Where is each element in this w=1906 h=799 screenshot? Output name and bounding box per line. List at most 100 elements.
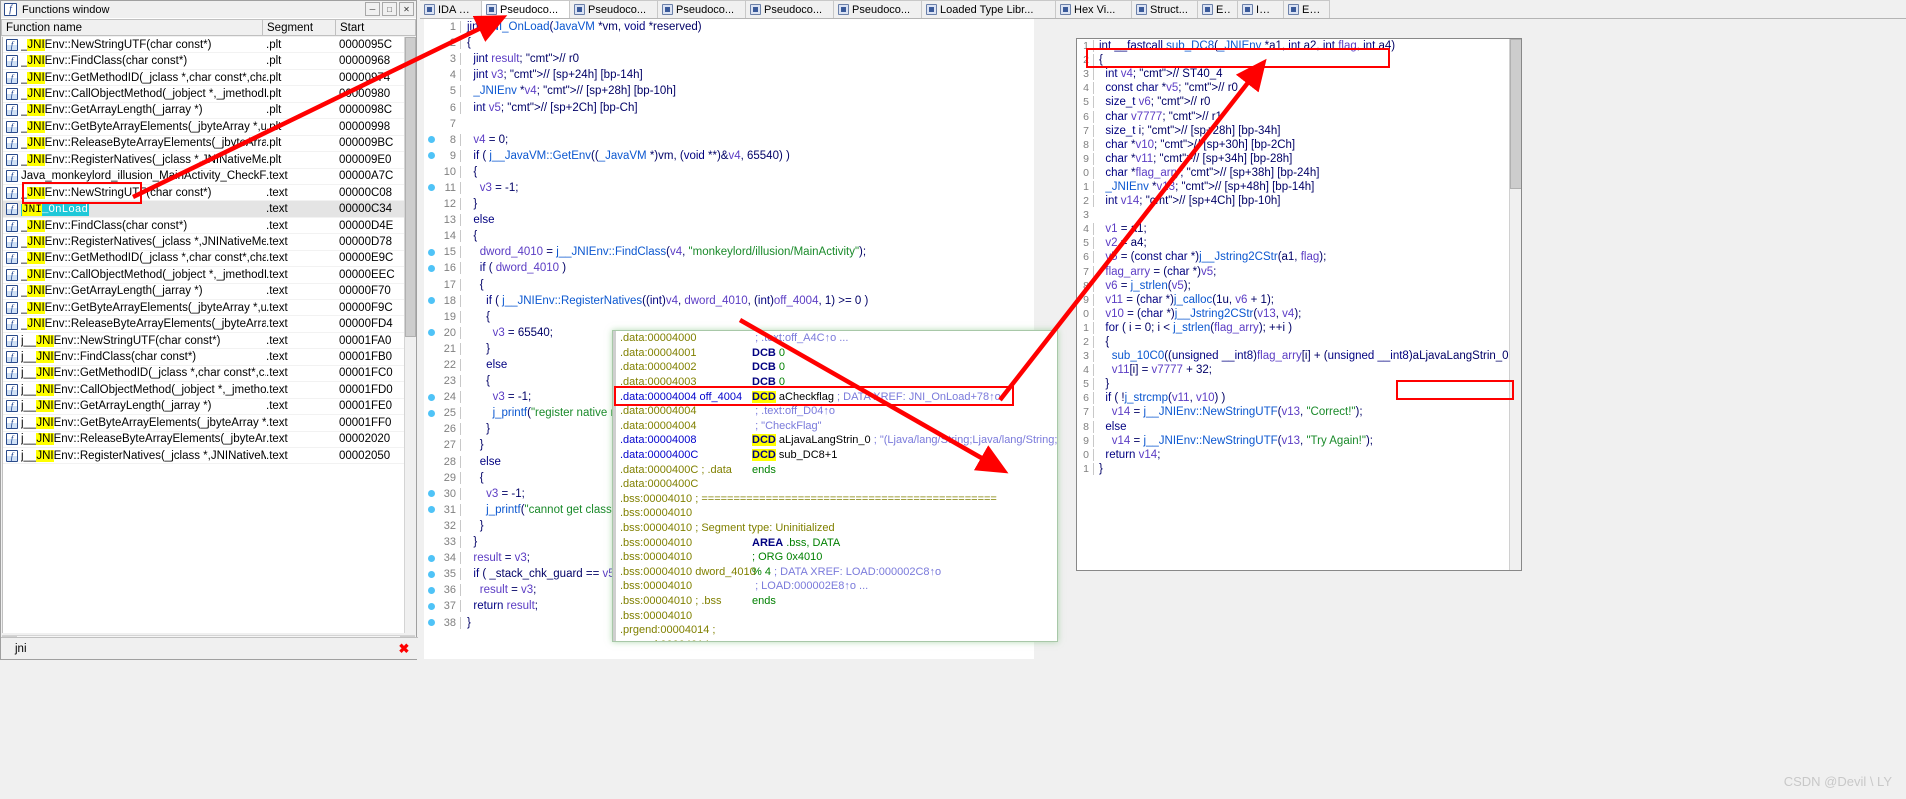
pseudocode-line-right[interactable]: 8 v6 = j_strlen(v5); bbox=[1077, 279, 1521, 293]
column-header-segment[interactable]: Segment bbox=[263, 19, 336, 36]
pseudocode-line-right[interactable]: 2{ bbox=[1077, 53, 1521, 67]
tab-6[interactable]: Loaded Type Libr... bbox=[922, 0, 1056, 18]
pseudocode-line-right[interactable]: 8 char *v10; "cmt">// [sp+30h] [bp-2Ch] bbox=[1077, 138, 1521, 152]
tab-9[interactable]: E... bbox=[1198, 0, 1238, 18]
breakpoint-dot-icon[interactable] bbox=[424, 248, 438, 256]
data-line[interactable]: .data:0000400C bbox=[617, 477, 1057, 492]
data-line[interactable]: .data:00004004 ; .text:off_D04↑o bbox=[617, 404, 1057, 419]
right-panel-scrollbar[interactable] bbox=[1509, 39, 1521, 570]
pseudocode-panel-sub-dc8[interactable]: 1 int __fastcall sub_DC8(_JNIEnv *a1, int… bbox=[1076, 38, 1522, 571]
data-line[interactable]: .bss:00004010 ; ========================… bbox=[617, 492, 1057, 507]
pseudocode-line-right[interactable]: 5 size_t v6; "cmt">// r0 bbox=[1077, 95, 1521, 109]
data-line[interactable]: .data:0000400C ; .data ends bbox=[617, 462, 1057, 477]
tab-3[interactable]: Pseudoco... bbox=[658, 0, 746, 18]
data-line[interactable]: .bss:00004010 AREA .bss, DATA bbox=[617, 535, 1057, 550]
clear-filter-icon[interactable]: ✖ bbox=[396, 641, 412, 657]
data-line[interactable]: .data:00004000 ; .text:off_A4C↑o ... bbox=[617, 331, 1057, 346]
pseudocode-line[interactable]: 12 } bbox=[424, 196, 1034, 212]
pseudocode-line[interactable]: 1 jint JNI_OnLoad(JavaVM *vm, void *reser… bbox=[424, 19, 1034, 35]
pseudocode-line-right[interactable]: 6 char v7777; "cmt">// r1 bbox=[1077, 109, 1521, 123]
pseudocode-line[interactable]: 3 jint result; "cmt">// r0 bbox=[424, 51, 1034, 67]
data-line[interactable]: .data:00004003 DCB 0 bbox=[617, 375, 1057, 390]
breakpoint-dot-icon[interactable] bbox=[424, 586, 438, 594]
data-line[interactable]: .prgend:00004014 ; bbox=[617, 623, 1057, 638]
scrollbar-thumb[interactable] bbox=[405, 37, 416, 337]
data-line[interactable]: .data:00004002 DCB 0 bbox=[617, 360, 1057, 375]
tab-8[interactable]: Struct... bbox=[1132, 0, 1198, 18]
data-line[interactable]: .bss:00004010 ; .bss ends bbox=[617, 594, 1057, 609]
tab-7[interactable]: Hex Vi... bbox=[1056, 0, 1132, 18]
breakpoint-dot-icon[interactable] bbox=[424, 554, 438, 562]
functions-list-vertical-scrollbar[interactable] bbox=[404, 37, 416, 633]
pseudocode-line[interactable]: 5 _JNIEnv *v4; "cmt">// [sp+28h] [bp-10h… bbox=[424, 83, 1034, 99]
breakpoint-dot-icon[interactable] bbox=[424, 184, 438, 192]
scrollbar-thumb-right[interactable] bbox=[1510, 39, 1521, 189]
pseudocode-line[interactable]: 13 else bbox=[424, 212, 1034, 228]
data-line[interactable]: .bss:00004010 ; ORG 0x4010 bbox=[617, 550, 1057, 565]
data-line[interactable]: .bss:00004010 ; LOAD:000002E8↑o ... bbox=[617, 579, 1057, 594]
pseudocode-line[interactable]: 16 if ( dword_4010 ) bbox=[424, 260, 1034, 276]
pseudocode-line[interactable]: 17 { bbox=[424, 277, 1034, 293]
pseudocode-line-right[interactable]: 5 } bbox=[1077, 377, 1521, 391]
table-row[interactable]: f _JNIEnv::GetByteArrayElements(_jbyteArr… bbox=[3, 119, 405, 136]
pseudocode-line[interactable]: 6 int v5; "cmt">// [sp+2Ch] [bp-Ch] bbox=[424, 99, 1034, 115]
function-filter-input[interactable]: jni bbox=[15, 643, 396, 655]
pseudocode-line-right[interactable]: 2 int v14; "cmt">// [sp+4Ch] [bp-10h] bbox=[1077, 194, 1521, 208]
tab-2[interactable]: Pseudoco... bbox=[570, 0, 658, 18]
data-line[interactable]: .data:0000400C DCD sub_DC8+1 bbox=[617, 448, 1057, 463]
tab-1[interactable]: Pseudoco... bbox=[482, 0, 570, 18]
table-row[interactable]: f _JNIEnv::FindClass(char const*) .plt 0000… bbox=[3, 53, 405, 70]
data-line[interactable]: .data:00004004 ; "CheckFlag" bbox=[617, 419, 1057, 434]
table-row[interactable]: f _JNIEnv::GetMethodID(_jclass *,char con… bbox=[3, 70, 405, 87]
data-line[interactable]: .data:00004008 DCD aLjavaLangStrin_0 ; "(… bbox=[617, 433, 1057, 448]
data-line[interactable]: .data:00004001 DCB 0 bbox=[617, 346, 1057, 361]
table-row[interactable]: f _JNIEnv::FindClass(char const*) .text 000… bbox=[3, 218, 405, 235]
pseudocode-line-right[interactable]: 7 flag_arry = (char *)v5; bbox=[1077, 265, 1521, 279]
table-row[interactable]: f _JNIEnv::RegisterNatives(_jclass *,JNIN… bbox=[3, 152, 405, 169]
table-row[interactable]: f _JNIEnv::GetByteArrayElements(_jbyteArr… bbox=[3, 300, 405, 317]
breakpoint-dot-icon[interactable] bbox=[424, 297, 438, 305]
table-row[interactable]: f j__JNIEnv::GetArrayLength(_jarray *) .te… bbox=[3, 399, 405, 416]
table-row[interactable]: f _JNIEnv::GetArrayLength(_jarray *) .plt 0… bbox=[3, 103, 405, 120]
breakpoint-dot-icon[interactable] bbox=[424, 136, 438, 144]
table-row[interactable]: f _JNIEnv::ReleaseByteArrayElements(_jbyt… bbox=[3, 136, 405, 153]
table-row[interactable]: f _JNIEnv::CallObjectMethod(_jobject *,_j… bbox=[3, 267, 405, 284]
table-row[interactable]: f j__JNIEnv::FindClass(char const*) .text 0… bbox=[3, 349, 405, 366]
breakpoint-dot-icon[interactable] bbox=[424, 152, 438, 160]
pseudocode-line-right[interactable]: 7 size_t i; "cmt">// [sp+28h] [bp-34h] bbox=[1077, 124, 1521, 138]
data-segment-panel[interactable]: .data:00004000 ; .text:off_A4C↑o ... .dat… bbox=[612, 330, 1058, 642]
pseudocode-line-right[interactable]: 3 int v4; "cmt">// ST40_4 bbox=[1077, 67, 1521, 81]
tab-11[interactable]: Ex... bbox=[1284, 0, 1330, 18]
pseudocode-line[interactable]: 15 dword_4010 = j__JNIEnv::FindClass(v4,… bbox=[424, 244, 1034, 260]
breakpoint-dot-icon[interactable] bbox=[424, 393, 438, 401]
table-row[interactable]: f j__JNIEnv::RegisterNatives(_jclass *,JN… bbox=[3, 448, 405, 465]
tab-10[interactable]: Im... bbox=[1238, 0, 1284, 18]
data-line[interactable]: .prgend:00004014 bbox=[617, 637, 1057, 641]
table-row[interactable]: f _JNIEnv::ReleaseByteArrayElements(_jbyt… bbox=[3, 316, 405, 333]
tab-4[interactable]: Pseudoco... bbox=[746, 0, 834, 18]
pseudocode-line[interactable]: 4 jint v3; "cmt">// [sp+24h] [bp-14h] bbox=[424, 67, 1034, 83]
column-header-start[interactable]: Start bbox=[336, 19, 416, 36]
pseudocode-line-right[interactable]: 1 _JNIEnv *v13; "cmt">// [sp+48h] [bp-14… bbox=[1077, 180, 1521, 194]
table-row[interactable]: f j__JNIEnv::GetByteArrayElements(_jbyteA… bbox=[3, 415, 405, 432]
breakpoint-dot-icon[interactable] bbox=[424, 329, 438, 337]
pseudocode-line[interactable]: 14 { bbox=[424, 228, 1034, 244]
close-icon[interactable]: ✕ bbox=[399, 2, 414, 16]
pseudocode-line-right[interactable]: 1 int __fastcall sub_DC8(_JNIEnv *a1, int… bbox=[1077, 39, 1521, 53]
pseudocode-line-right[interactable]: 0 char *flag_arry; "cmt">// [sp+38h] [bp… bbox=[1077, 166, 1521, 180]
table-row[interactable]: f JNI_OnLoad .text 00000C34 bbox=[3, 201, 405, 218]
breakpoint-dot-icon[interactable] bbox=[424, 602, 438, 610]
pseudocode-line-right[interactable]: 8 else bbox=[1077, 420, 1521, 434]
pseudocode-line-right[interactable]: 2 { bbox=[1077, 335, 1521, 349]
pseudocode-line-right[interactable]: 1} bbox=[1077, 462, 1521, 476]
pseudocode-line-right[interactable]: 0 v10 = (char *)j__Jstring2CStr(v13, v4)… bbox=[1077, 307, 1521, 321]
pseudocode-line-right[interactable]: 6 v5 = (const char *)j__Jstring2CStr(a1,… bbox=[1077, 250, 1521, 264]
pseudocode-line-right[interactable]: 3 bbox=[1077, 208, 1521, 222]
breakpoint-dot-icon[interactable] bbox=[424, 619, 438, 627]
data-line[interactable]: .bss:00004010 dword_4010% 4 ; DATA XREF:… bbox=[617, 565, 1057, 580]
breakpoint-dot-icon[interactable] bbox=[424, 409, 438, 417]
table-row[interactable]: f _JNIEnv::NewStringUTF(char const*) .plt 0… bbox=[3, 37, 405, 54]
table-row[interactable]: f _JNIEnv::CallObjectMethod(_jobject *,_j… bbox=[3, 86, 405, 103]
column-header-function-name[interactable]: Function name bbox=[1, 19, 263, 36]
breakpoint-dot-icon[interactable] bbox=[424, 506, 438, 514]
